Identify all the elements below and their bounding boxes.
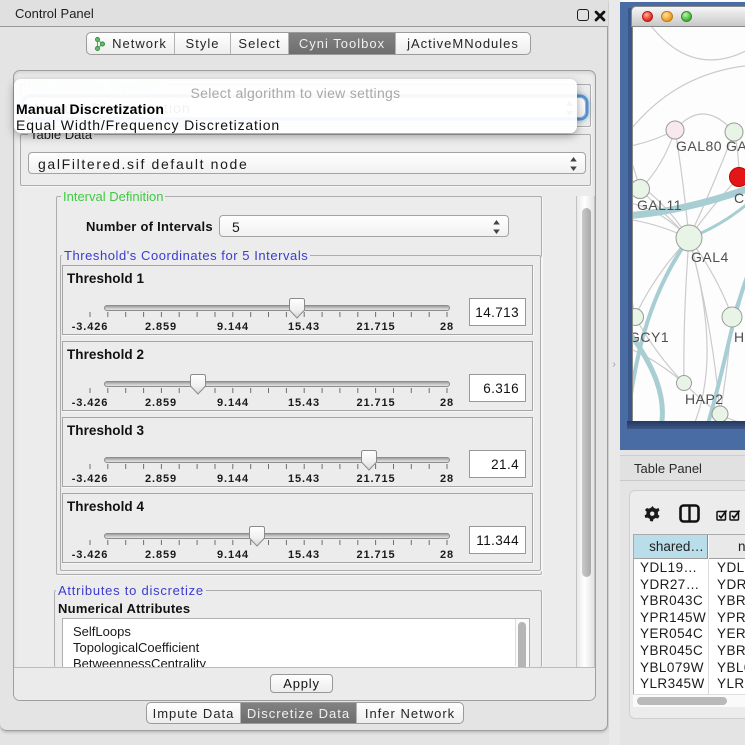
svg-text:GAL80: GAL80 <box>676 138 722 154</box>
svg-text:GAL4: GAL4 <box>691 249 729 265</box>
svg-text:GCY1: GCY1 <box>633 329 669 345</box>
svg-text:GA: GA <box>726 138 745 154</box>
svg-text:C: C <box>734 190 745 206</box>
svg-text:GAL11: GAL11 <box>637 197 682 213</box>
svg-text:H: H <box>734 329 745 345</box>
svg-text:HAP2: HAP2 <box>685 391 724 407</box>
